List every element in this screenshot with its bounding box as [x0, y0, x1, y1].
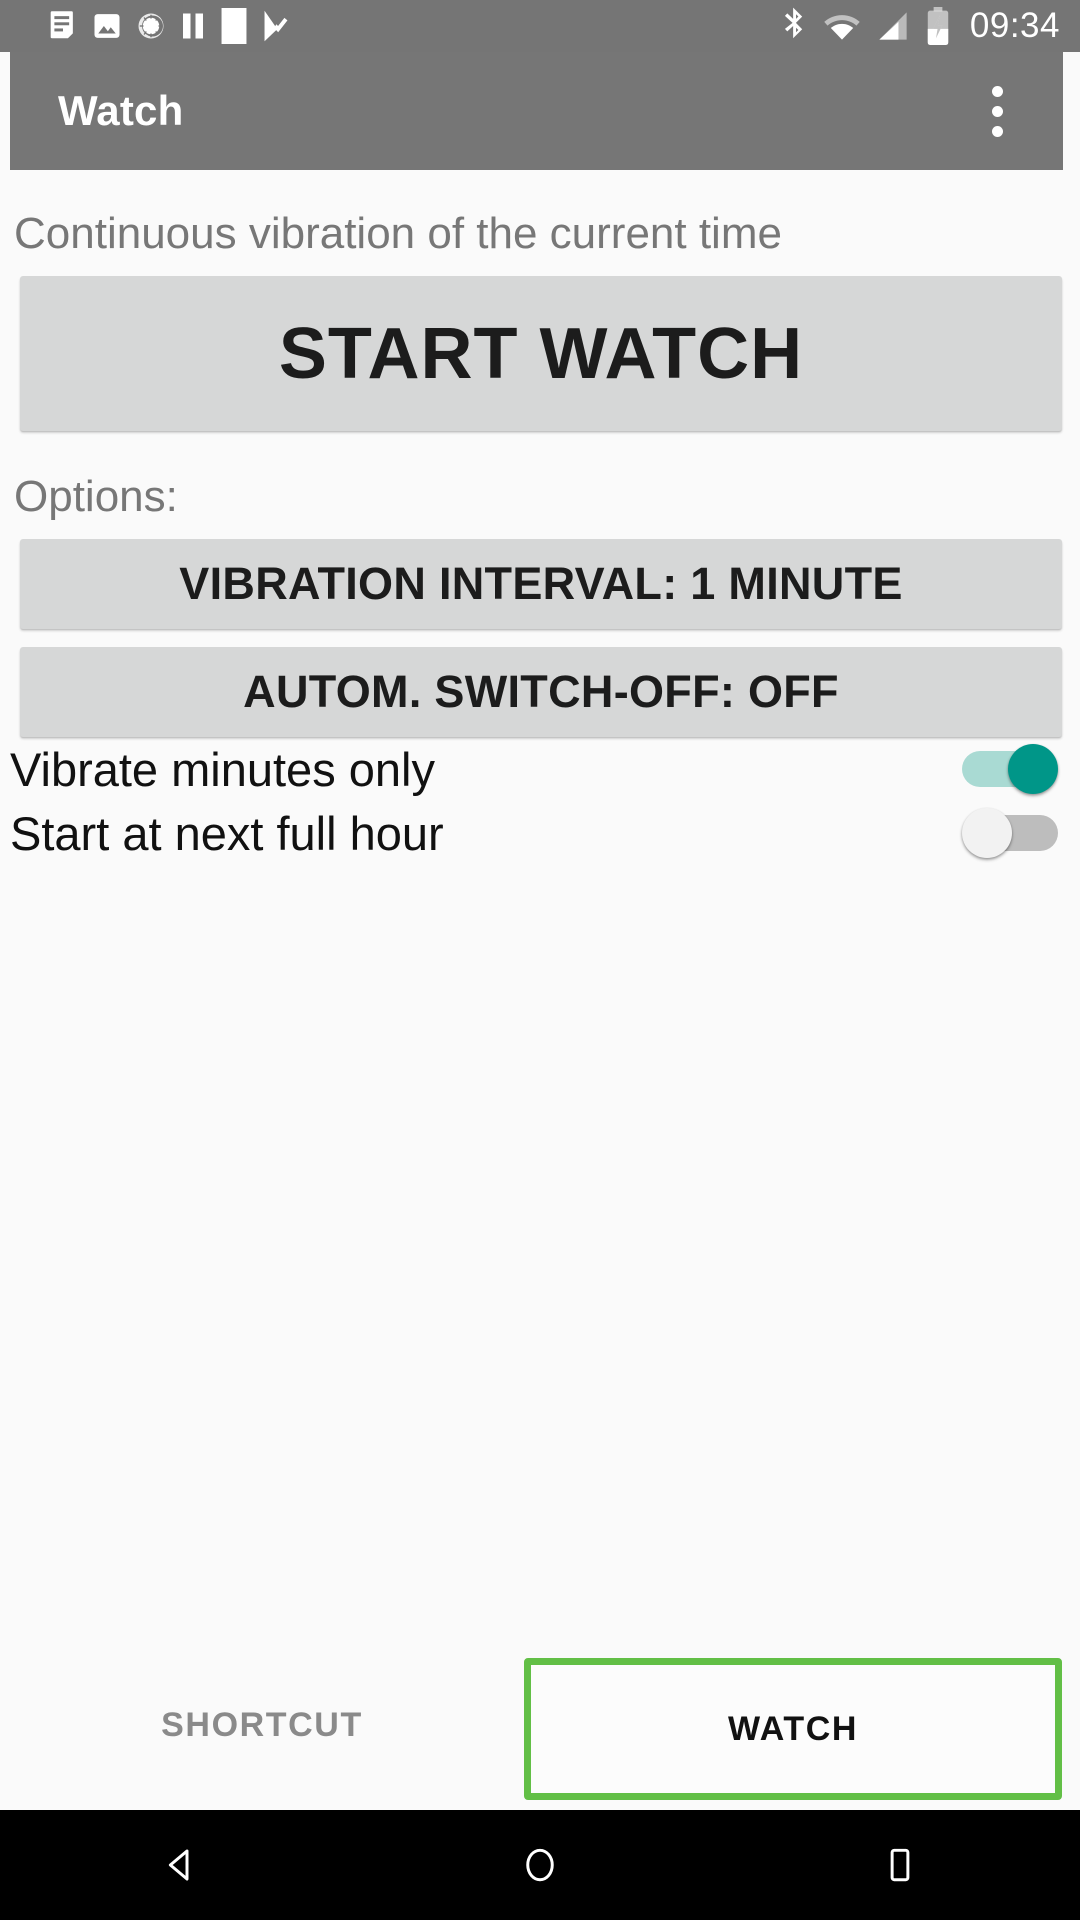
recents-square-icon [890, 1848, 910, 1882]
cellular-signal-icon [879, 12, 907, 40]
battery-charging-icon [927, 7, 949, 45]
tab-watch[interactable]: WATCH [524, 1658, 1062, 1800]
wifi-icon [824, 15, 860, 40]
description-text: Continuous vibration of the current time [14, 209, 782, 258]
sync-spinner-icon [138, 13, 164, 39]
start-at-next-full-hour-row[interactable]: Start at next full hour [0, 801, 1080, 865]
auto-switch-off-button[interactable]: AUTOM. SWITCH-OFF: OFF [20, 647, 1062, 737]
recents-button[interactable] [840, 1810, 960, 1920]
status-bar-notification-icons [48, 8, 290, 44]
status-bar-system-icons: 09:34 [780, 0, 1060, 52]
bluetooth-icon [784, 7, 803, 39]
toggle-thumb [1008, 744, 1058, 794]
bottom-tab-bar: SHORTCUT WATCH [0, 1640, 1080, 1810]
vibration-interval-button[interactable]: VIBRATION INTERVAL: 1 MINUTE [20, 539, 1062, 629]
blank-notification-icon [221, 8, 247, 44]
tab-shortcut[interactable]: SHORTCUT [0, 1640, 524, 1810]
page-title: Watch [58, 87, 184, 134]
status-bar: 09:34 [0, 0, 1080, 52]
home-button[interactable] [480, 1810, 600, 1920]
home-circle-icon [526, 1848, 554, 1882]
media-pause-icon [183, 13, 203, 39]
overflow-dot [991, 105, 1003, 117]
phone-screen: 09:34 Watch Continuous vibration of the … [0, 0, 1080, 1920]
play-check-icon [264, 10, 288, 42]
vibrate-minutes-only-row[interactable]: Vibrate minutes only [0, 737, 1080, 801]
vibrate-minutes-only-toggle[interactable] [962, 742, 1058, 796]
start-at-next-full-hour-label: Start at next full hour [10, 806, 444, 860]
status-bar-clock: 09:34 [969, 6, 1060, 45]
image-icon [94, 14, 120, 38]
app-bar: Watch [10, 52, 1063, 170]
back-button[interactable] [120, 1810, 240, 1920]
options-label: Options: [14, 472, 178, 521]
back-triangle-icon [168, 1849, 189, 1881]
vibrate-minutes-only-label: Vibrate minutes only [10, 742, 435, 796]
notification-document-icon [50, 11, 73, 39]
overflow-menu-icon[interactable] [975, 76, 1019, 146]
android-navigation-bar [0, 1810, 1080, 1920]
main-content: Continuous vibration of the current time… [0, 170, 1080, 1650]
start-watch-button[interactable]: START WATCH [20, 276, 1062, 431]
overflow-dot [991, 125, 1003, 137]
start-at-next-full-hour-toggle[interactable] [962, 806, 1058, 860]
overflow-dot [991, 85, 1003, 97]
toggle-thumb [962, 808, 1012, 858]
